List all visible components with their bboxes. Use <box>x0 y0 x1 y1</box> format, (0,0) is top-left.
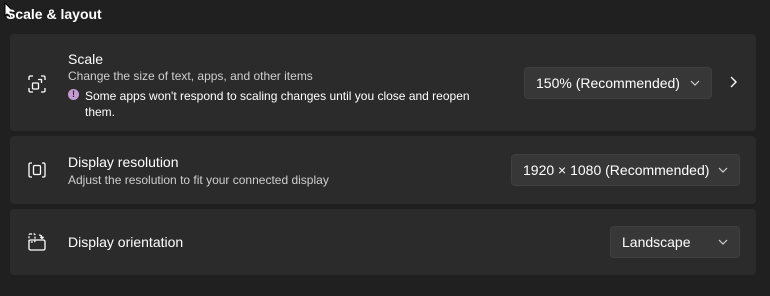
chevron-right-icon[interactable] <box>726 75 740 89</box>
info-icon: ! <box>68 89 79 100</box>
resolution-dropdown[interactable]: 1920 × 1080 (Recommended) <box>511 154 740 186</box>
orientation-setting-card[interactable]: Display orientation Landscape <box>10 209 756 275</box>
chevron-down-icon <box>718 239 728 245</box>
orientation-dropdown[interactable]: Landscape <box>610 226 740 258</box>
scale-dropdown-value: 150% (Recommended) <box>536 75 680 91</box>
orientation-title: Display orientation <box>68 234 184 250</box>
chevron-down-icon <box>718 167 728 173</box>
scaling-warning: ! Some apps won't respond to scaling cha… <box>68 88 488 120</box>
scale-title: Scale <box>68 51 104 67</box>
section-title: Scale & layout <box>6 6 102 22</box>
resolution-icon <box>28 162 46 178</box>
scale-dropdown[interactable]: 150% (Recommended) <box>524 67 712 99</box>
resolution-description: Adjust the resolution to fit your connec… <box>68 173 329 187</box>
resolution-setting-card[interactable]: Display resolution Adjust the resolution… <box>10 136 756 204</box>
orientation-icon <box>28 233 46 251</box>
scale-icon <box>28 75 46 93</box>
resolution-title: Display resolution <box>68 154 179 170</box>
scale-description: Change the size of text, apps, and other… <box>68 69 313 83</box>
chevron-down-icon <box>690 80 700 86</box>
resolution-dropdown-value: 1920 × 1080 (Recommended) <box>523 162 710 178</box>
scaling-warning-text: Some apps won't respond to scaling chang… <box>85 89 470 119</box>
orientation-dropdown-value: Landscape <box>622 234 691 250</box>
scale-setting-card[interactable]: Scale Change the size of text, apps, and… <box>10 34 756 131</box>
